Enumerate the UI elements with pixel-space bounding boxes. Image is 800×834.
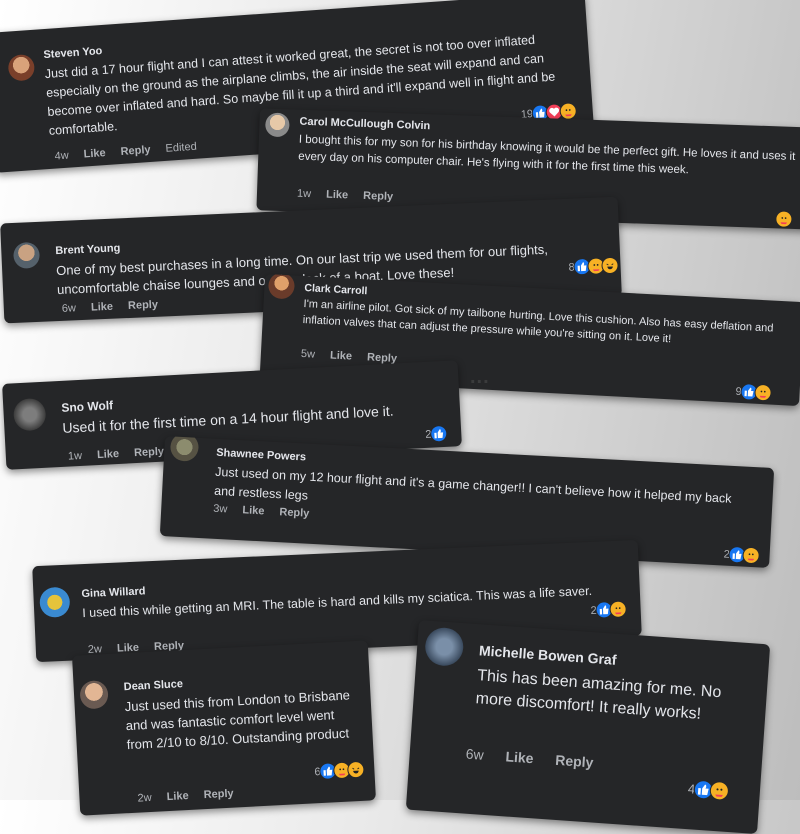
edited-label: Edited bbox=[165, 140, 198, 155]
comment-actions: 6w Like Reply bbox=[62, 298, 171, 315]
care-reaction-icon bbox=[754, 383, 773, 402]
care-reaction-icon bbox=[775, 210, 793, 228]
like-link[interactable]: Like bbox=[166, 790, 189, 803]
commenter-name[interactable]: Shawnee Powers bbox=[216, 447, 306, 464]
timestamp[interactable]: 6w bbox=[465, 746, 484, 763]
like-link[interactable]: Like bbox=[97, 448, 120, 461]
avatar[interactable] bbox=[12, 241, 41, 269]
reaction-summary[interactable]: 4 bbox=[687, 779, 730, 801]
haha-reaction-icon bbox=[601, 256, 620, 275]
comment-text: Used it for the first time on a 14 hour … bbox=[62, 402, 394, 436]
comment-actions: 4w Like Reply Edited bbox=[54, 140, 209, 163]
like-link[interactable]: Like bbox=[91, 301, 114, 314]
comment-text: I'm an airline pilot. Got sick of my tai… bbox=[302, 298, 774, 346]
reply-link[interactable]: Reply bbox=[363, 190, 393, 203]
timestamp[interactable]: 4w bbox=[54, 150, 69, 163]
avatar[interactable] bbox=[79, 680, 109, 710]
commenter-name[interactable]: Carol McCullough Colvin bbox=[299, 116, 430, 133]
more-options-icon[interactable]: ... bbox=[470, 366, 490, 389]
reaction-summary[interactable] bbox=[775, 210, 793, 228]
avatar[interactable] bbox=[12, 397, 47, 432]
timestamp[interactable]: 5w bbox=[301, 348, 316, 361]
timestamp[interactable]: 6w bbox=[62, 302, 77, 315]
reply-link[interactable]: Reply bbox=[134, 446, 165, 460]
like-link[interactable]: Like bbox=[326, 189, 348, 202]
comment-text: I bought this for my son for his birthda… bbox=[298, 133, 796, 177]
avatar[interactable] bbox=[264, 112, 290, 138]
care-reaction-icon bbox=[742, 546, 761, 565]
commenter-name[interactable]: Steven Yoo bbox=[43, 45, 103, 61]
reaction-summary[interactable]: 8 bbox=[568, 256, 620, 276]
avatar[interactable] bbox=[267, 273, 296, 300]
commenter-name[interactable]: Brent Young bbox=[55, 242, 120, 257]
commenter-name[interactable]: Dean Sluce bbox=[123, 678, 183, 693]
reaction-summary[interactable]: 2 bbox=[723, 545, 761, 565]
avatar[interactable] bbox=[7, 53, 36, 82]
commenter-name[interactable]: Michelle Bowen Graf bbox=[479, 642, 617, 668]
comment-actions: 1w Like Reply bbox=[68, 445, 177, 463]
timestamp[interactable]: 1w bbox=[297, 188, 311, 200]
reply-link[interactable]: Reply bbox=[279, 506, 310, 520]
timestamp[interactable]: 1w bbox=[68, 450, 83, 463]
reaction-summary[interactable]: 6 bbox=[314, 760, 365, 781]
comment-text: Just used this from London to Brisbane a… bbox=[124, 687, 351, 753]
reply-link[interactable]: Reply bbox=[120, 144, 151, 158]
commenter-name[interactable]: Gina Willard bbox=[81, 585, 146, 600]
like-link[interactable]: Like bbox=[330, 349, 353, 362]
comment-card: Dean Sluce Just used this from London to… bbox=[72, 640, 376, 816]
like-reaction-icon bbox=[429, 424, 448, 443]
commenter-name[interactable]: Sno Wolf bbox=[61, 398, 113, 415]
reaction-summary[interactable]: 2 bbox=[425, 424, 448, 443]
like-link[interactable]: Like bbox=[505, 748, 534, 766]
reaction-summary[interactable]: 9 bbox=[735, 383, 773, 402]
like-link[interactable]: Like bbox=[242, 504, 265, 517]
avatar[interactable] bbox=[423, 626, 465, 668]
reaction-summary[interactable]: 2 bbox=[590, 600, 628, 619]
comment-actions: 6w Like Reply bbox=[465, 746, 606, 772]
timestamp[interactable]: 2w bbox=[137, 792, 152, 805]
comment-text: This has been amazing for me. No more di… bbox=[475, 667, 722, 723]
avatar[interactable] bbox=[39, 586, 71, 618]
like-link[interactable]: Like bbox=[83, 147, 106, 161]
comment-actions: 1w Like Reply bbox=[297, 188, 406, 204]
reply-link[interactable]: Reply bbox=[555, 752, 594, 771]
comment-actions: 2w Like Reply bbox=[137, 787, 246, 805]
reply-link[interactable]: Reply bbox=[203, 788, 234, 802]
commenter-name[interactable]: Clark Carroll bbox=[304, 282, 368, 297]
comment-card: Michelle Bowen Graf This has been amazin… bbox=[405, 619, 771, 834]
haha-reaction-icon bbox=[347, 760, 365, 779]
avatar[interactable] bbox=[169, 436, 200, 462]
care-reaction-icon bbox=[559, 102, 578, 121]
timestamp[interactable]: 3w bbox=[213, 503, 228, 516]
care-reaction-icon bbox=[609, 600, 628, 619]
reply-link[interactable]: Reply bbox=[128, 299, 158, 312]
care-reaction-icon bbox=[709, 780, 730, 801]
comment-text: I used this while getting an MRI. The ta… bbox=[81, 583, 593, 621]
